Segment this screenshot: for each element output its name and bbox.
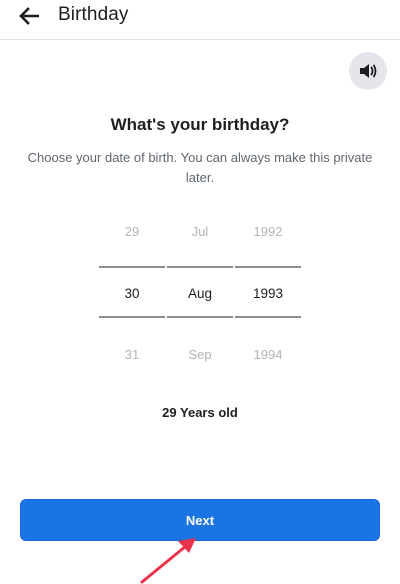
selection-divider <box>99 266 165 268</box>
page-title: Birthday <box>58 4 129 25</box>
selection-divider <box>235 316 301 318</box>
month-selected-option[interactable]: Aug <box>167 286 233 301</box>
back-arrow-icon <box>19 7 39 25</box>
day-prev-option[interactable]: 29 <box>99 224 165 239</box>
month-prev-option[interactable]: Jul <box>167 224 233 239</box>
month-next-option[interactable]: Sep <box>167 347 233 362</box>
selection-divider <box>167 316 233 318</box>
app-header: Birthday <box>0 0 400 40</box>
day-next-option[interactable]: 31 <box>99 347 165 362</box>
birthday-subtitle: Choose your date of birth. You can alway… <box>27 150 373 185</box>
date-picker[interactable]: 29 30 31 Jul Aug Sep 1992 1993 1994 <box>99 218 301 368</box>
selection-divider <box>167 266 233 268</box>
year-wheel[interactable]: 1992 1993 1994 <box>235 218 301 368</box>
birthday-screen: Birthday What's your birthday? Choose yo… <box>0 0 400 584</box>
year-next-option[interactable]: 1994 <box>235 347 301 362</box>
next-button-label: Next <box>185 512 215 528</box>
year-prev-option[interactable]: 1992 <box>235 224 301 239</box>
audio-button[interactable] <box>349 52 387 90</box>
day-wheel[interactable]: 29 30 31 <box>99 218 165 368</box>
selection-divider <box>235 266 301 268</box>
age-label: 29 Years old <box>162 405 238 420</box>
next-button[interactable]: Next <box>20 499 380 541</box>
day-selected-option[interactable]: 30 <box>99 286 165 301</box>
back-button[interactable] <box>14 2 44 30</box>
birthday-heading: What's your birthday? <box>110 115 290 134</box>
year-selected-option[interactable]: 1993 <box>235 286 301 301</box>
speaker-icon <box>360 64 377 78</box>
selection-divider <box>99 316 165 318</box>
month-wheel[interactable]: Jul Aug Sep <box>167 218 233 368</box>
